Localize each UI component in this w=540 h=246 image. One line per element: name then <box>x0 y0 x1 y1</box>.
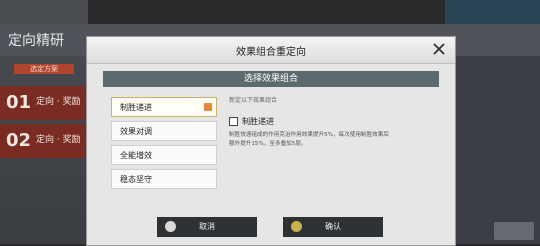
detail-hint: 新定以下效果组合 <box>229 97 278 104</box>
card-label: 定向 · 奖励 <box>36 97 81 107</box>
effect-header: 制胜递进 <box>229 116 439 127</box>
card-number: 01 <box>6 92 32 113</box>
selected-badge-icon <box>204 103 212 111</box>
option-item[interactable]: 全能增效 <box>111 145 217 165</box>
effect-desc-line: 额外提升15%，至多叠加5层。 <box>229 141 307 147</box>
option-label: 全能增效 <box>120 151 152 160</box>
dialog-header: 效果组合重定向 <box>87 37 455 64</box>
cancel-button-label: 取消 <box>199 222 215 231</box>
background-card: 01 定向 · 奖励 <box>0 86 88 120</box>
option-item[interactable]: 制胜递进 <box>111 97 217 117</box>
background-card: 02 定向 · 奖励 <box>0 124 88 158</box>
option-item[interactable]: 稳态坚守 <box>111 169 217 189</box>
option-item[interactable]: 效果对调 <box>111 121 217 141</box>
card-label: 定向 · 奖励 <box>36 135 81 145</box>
effect-redirect-dialog: 效果组合重定向 选择效果组合 制胜递进 效果对调 全能增效 稳态坚守 新定以下效… <box>86 36 456 246</box>
effect-desc-line: 制胜快速组成的作用克治作用效果提升5%，每次使用制胜效果后 <box>229 132 389 138</box>
option-list: 制胜递进 效果对调 全能增效 稳态坚守 <box>111 97 217 193</box>
confirm-icon <box>291 221 302 232</box>
card-number: 02 <box>6 130 32 151</box>
cancel-icon <box>165 221 176 232</box>
close-icon[interactable] <box>431 41 447 57</box>
dialog-title: 效果组合重定向 <box>236 47 306 58</box>
cancel-button[interactable]: 取消 <box>157 217 257 237</box>
background-subtab: 选定方案 <box>14 64 74 74</box>
effect-icon <box>229 117 238 126</box>
confirm-button-label: 确认 <box>325 222 341 231</box>
option-label: 稳态坚守 <box>120 175 152 184</box>
option-label: 效果对调 <box>120 127 152 136</box>
confirm-button[interactable]: 确认 <box>283 217 383 237</box>
option-label: 制胜递进 <box>120 103 152 112</box>
effect-detail-panel: 新定以下效果组合 制胜递进 制胜快速组成的作用克治作用效果提升5%，每次使用制胜… <box>229 95 439 149</box>
effect-name: 制胜递进 <box>242 117 274 126</box>
background-right-button <box>494 222 534 240</box>
section-title: 选择效果组合 <box>103 71 439 87</box>
background-title: 定向精研 <box>8 33 64 49</box>
effect-description: 制胜快速组成的作用克治作用效果提升5%，每次使用制胜效果后 额外提升15%，至多… <box>229 131 439 149</box>
